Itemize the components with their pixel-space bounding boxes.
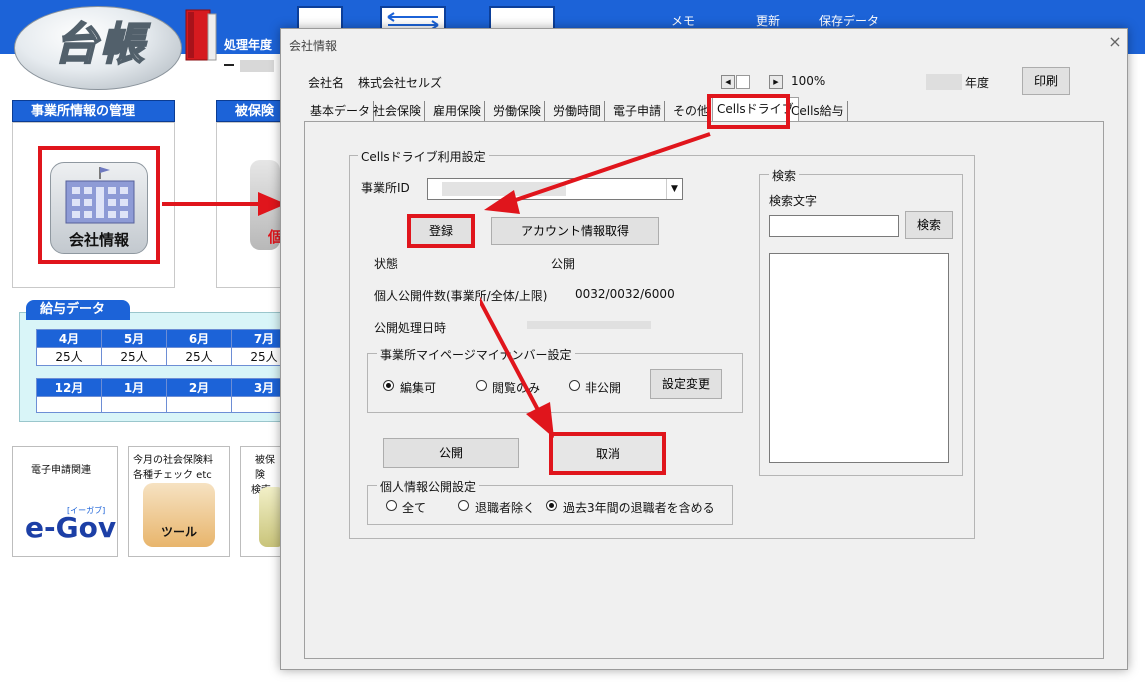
- year-suffix: 年度: [965, 76, 990, 90]
- egov-tile[interactable]: 電子申請関連 [イーガブ] e-Gov: [12, 446, 118, 557]
- tab-working-hours[interactable]: 労働時間: [550, 101, 606, 121]
- publish-date-label: 公開処理日時: [374, 321, 447, 335]
- search-group-title: 検索: [769, 167, 800, 184]
- office-section-title: 事業所情報の管理: [12, 100, 175, 122]
- count-cell: 25人: [166, 347, 232, 366]
- radio-include-3yr-retired[interactable]: [546, 500, 557, 511]
- search-input[interactable]: [769, 215, 899, 237]
- scroll-right-icon[interactable]: ▶: [769, 75, 783, 89]
- fiscal-dash: [224, 64, 234, 66]
- search-button[interactable]: 検索: [905, 211, 953, 239]
- highlight-cells-drive-tab: [707, 94, 790, 129]
- tab-basic-data[interactable]: 基本データ: [307, 101, 375, 121]
- radio-editable-label: 編集可: [400, 381, 437, 395]
- year-blurred: [926, 74, 962, 90]
- count-cell: [36, 396, 102, 413]
- tab-employment-insurance[interactable]: 雇用保険: [430, 101, 486, 121]
- menu-update[interactable]: 更新: [756, 12, 780, 29]
- egov-logo: e-Gov: [25, 511, 117, 544]
- radio-all[interactable]: [386, 500, 397, 511]
- menu-memo[interactable]: メモ: [671, 12, 695, 29]
- close-icon[interactable]: ×: [1106, 33, 1124, 51]
- count-cell: 25人: [101, 347, 167, 366]
- tools-caption-1: 今月の社会保険料: [133, 455, 213, 466]
- radio-exclude-retired[interactable]: [458, 500, 469, 511]
- building-icon: [65, 167, 135, 224]
- company-name-value: 株式会社セルズ: [358, 76, 443, 90]
- month-cell[interactable]: 2月: [166, 378, 232, 397]
- salary-title: 給与データ: [26, 300, 130, 320]
- month-cell[interactable]: 5月: [101, 329, 167, 348]
- zoom-level: 100%: [791, 74, 826, 88]
- month-cell[interactable]: 6月: [166, 329, 232, 348]
- month-cell[interactable]: 12月: [36, 378, 102, 397]
- red-arrows-overlay: [480, 132, 711, 438]
- company-info-label: 会社情報: [68, 231, 129, 249]
- count-cell: [166, 396, 232, 413]
- radio-all-label: 全て: [402, 501, 427, 515]
- dialog-title: 会社情報: [289, 39, 338, 53]
- tab-labor-insurance[interactable]: 労働保険: [490, 101, 546, 121]
- office-id-label: 事業所ID: [361, 181, 410, 195]
- tools-caption-2: 各種チェック etc: [133, 470, 212, 481]
- salary-months-top: 4月 5月 6月 7月 25人 25人 25人 25人: [36, 329, 297, 366]
- company-info-button[interactable]: 会社情報: [38, 146, 160, 264]
- scroll-left-icon[interactable]: ◀: [721, 75, 735, 89]
- radio-editable[interactable]: [383, 380, 394, 391]
- fiscal-year-label: 処理年度: [224, 38, 273, 52]
- scroll-thumb[interactable]: [736, 75, 750, 89]
- highlight-register: [407, 214, 475, 248]
- search-results-list[interactable]: [769, 253, 949, 463]
- menu-saved-data[interactable]: 保存データ: [819, 12, 879, 29]
- print-button[interactable]: 印刷: [1022, 67, 1070, 95]
- company-tile: 会社情報: [50, 162, 148, 254]
- radio-exclude-retired-label: 退職者除く: [475, 501, 536, 515]
- personal-info-group-title: 個人情報公開設定: [377, 478, 480, 495]
- month-cell[interactable]: 1月: [101, 378, 167, 397]
- insured-caption-1: 被保険: [255, 455, 275, 481]
- salary-months-bottom: 12月 1月 2月 3月: [36, 378, 297, 413]
- search-text-label: 検索文字: [769, 194, 818, 208]
- blurred-value: [240, 60, 274, 72]
- tools-icon: ツール: [143, 483, 215, 547]
- cells-drive-group-title: Cellsドライブ利用設定: [358, 148, 489, 165]
- count-cell: 25人: [36, 347, 102, 366]
- tools-tile[interactable]: 今月の社会保険料 各種チェック etc ツール: [128, 446, 230, 557]
- tools-label: ツール: [161, 525, 198, 539]
- ledger-book-icon: [185, 9, 217, 61]
- app-logo: 台帳: [53, 18, 146, 71]
- status-label: 状態: [374, 257, 399, 271]
- radio-include-3yr-retired-label: 過去3年間の退職者を含める: [563, 501, 715, 515]
- month-cell[interactable]: 4月: [36, 329, 102, 348]
- insured-section-title: 被保険者: [216, 100, 286, 141]
- tab-cells-salary[interactable]: Cells給与: [788, 101, 848, 121]
- egov-caption: 電子申請関連: [31, 465, 91, 476]
- red-arrow-1: [162, 192, 286, 216]
- company-name-label: 会社名: [308, 76, 345, 90]
- tab-e-application[interactable]: 電子申請: [610, 101, 666, 121]
- count-cell: [101, 396, 167, 413]
- tab-social-insurance[interactable]: 社会保険: [370, 101, 426, 121]
